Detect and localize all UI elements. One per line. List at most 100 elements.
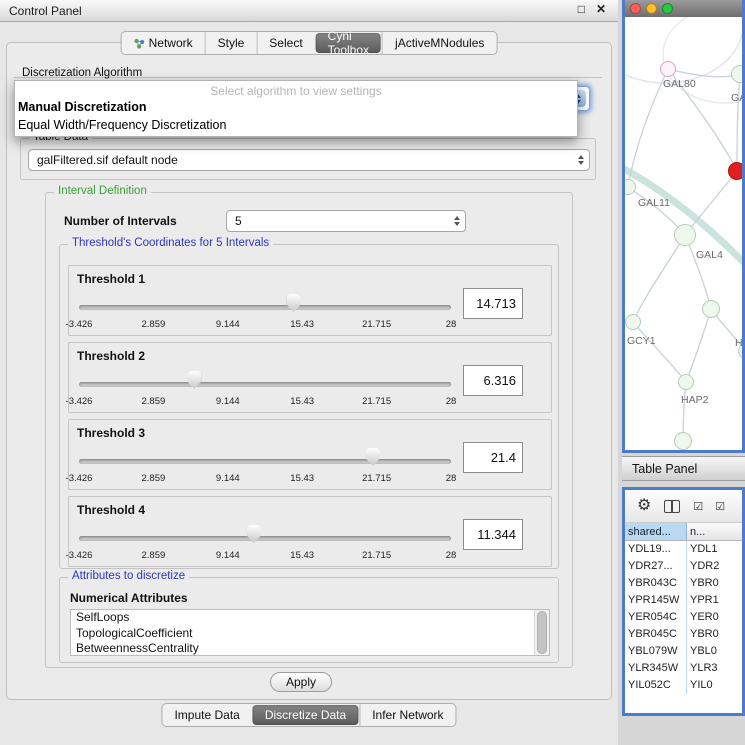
network-node-label: HAP2 xyxy=(681,394,708,406)
window-buttons: □ ✕ xyxy=(578,2,606,16)
table-panel-header[interactable]: Table Panel xyxy=(622,456,745,481)
table-panel-title: Table Panel xyxy=(632,462,697,476)
table-cell: YDR2 xyxy=(687,558,742,575)
threshold-3-slider[interactable] xyxy=(79,446,451,470)
slider-track[interactable] xyxy=(79,305,451,310)
slider-track[interactable] xyxy=(79,382,451,387)
threshold-1-label: Threshold 1 xyxy=(77,272,145,286)
slider-tick-label: 15.43 xyxy=(290,550,314,561)
table-header-row: shared... n... xyxy=(625,523,742,541)
thresholds-group-title: Threshold's Coordinates for 5 Intervals xyxy=(68,237,273,249)
tab-cyni-toolbox[interactable]: Cyni Toolbox xyxy=(316,33,381,53)
table-row[interactable]: YBR045CYBR0 xyxy=(625,626,742,643)
number-of-intervals-value: 5 xyxy=(235,214,242,228)
slider-tick-label: 9.144 xyxy=(216,473,240,484)
tab-impute-data[interactable]: Impute Data xyxy=(162,704,251,726)
network-node[interactable] xyxy=(702,300,720,318)
tab-discretize-data[interactable]: Discretize Data xyxy=(253,705,358,725)
network-node[interactable] xyxy=(674,432,692,450)
columns-icon[interactable] xyxy=(664,500,680,513)
close-traffic-light-icon[interactable] xyxy=(630,3,641,14)
interval-definition-group: Interval Definition Number of Intervals … xyxy=(45,192,573,668)
threshold-4-slider[interactable] xyxy=(79,523,451,547)
combobox-stepper-icon[interactable] xyxy=(454,216,460,226)
dropdown-option-equal-width-frequency-discretization[interactable]: Equal Width/Frequency Discretization xyxy=(15,117,577,135)
tab-label: Infer Network xyxy=(372,708,443,722)
select-all-checkbox-icon[interactable]: ☑ xyxy=(693,500,702,513)
table-row[interactable]: YER054CYER0 xyxy=(625,609,742,626)
network-canvas[interactable]: GAL80GAGAL11GAL4GCY1HHAP2 xyxy=(625,17,742,450)
apply-button[interactable]: Apply xyxy=(270,672,332,692)
tab-infer-network[interactable]: Infer Network xyxy=(359,704,455,726)
table-data-combobox[interactable]: galFiltered.sif default node xyxy=(28,149,590,171)
table-row[interactable]: YIL052CYIL0 xyxy=(625,677,742,694)
zoom-traffic-light-icon[interactable] xyxy=(662,3,673,14)
threshold-1-value-field[interactable]: 14.713 xyxy=(463,288,523,319)
slider-track[interactable] xyxy=(79,459,451,464)
table-row[interactable]: YBR043CYBR0 xyxy=(625,575,742,592)
threshold-4-value-field[interactable]: 11.344 xyxy=(463,519,523,550)
table-cell: YER054C xyxy=(625,609,687,626)
scrollbar-thumb[interactable] xyxy=(537,611,547,654)
screen: Control Panel □ ✕ Network Style Select Cyni… xyxy=(0,0,745,745)
dropdown-option-manual-discretization[interactable]: Manual Discretization xyxy=(15,99,577,117)
threshold-2-slider[interactable] xyxy=(79,369,451,393)
numerical-attributes-label: Numerical Attributes xyxy=(70,591,188,605)
table-panel-toolbar: ⚙ ☑ ☑ xyxy=(625,490,742,523)
network-node-gal4[interactable] xyxy=(674,224,696,246)
threshold-1-panel: Threshold 1 -3.4262.8599.14415.4321.7152… xyxy=(68,265,552,336)
network-node-hap2[interactable] xyxy=(678,374,694,390)
number-of-intervals-combobox[interactable]: 5 xyxy=(226,210,466,232)
gear-icon[interactable]: ⚙ xyxy=(637,498,651,514)
threshold-2-value-field[interactable]: 6.316 xyxy=(463,365,523,396)
network-window-titlebar[interactable] xyxy=(625,0,742,17)
table-row[interactable]: YDL19...YDL1 xyxy=(625,541,742,558)
table-cell: YBR043C xyxy=(625,575,687,592)
slider-tick-label: 28 xyxy=(446,550,457,561)
attributes-group-title: Attributes to discretize xyxy=(68,570,189,582)
tab-jactivemnodules[interactable]: jActiveMNodules xyxy=(382,32,496,54)
table-panel-window: ⚙ ☑ ☑ shared... n... YDL19...YDL1YDR27..… xyxy=(622,487,745,716)
slider-track[interactable] xyxy=(79,536,451,541)
slider-tick-label: 21.715 xyxy=(362,550,391,561)
network-node-ga[interactable] xyxy=(731,65,742,83)
float-window-icon[interactable]: □ xyxy=(578,2,585,16)
minimize-traffic-light-icon[interactable] xyxy=(646,3,657,14)
slider-tick-label: 15.43 xyxy=(290,396,314,407)
table-row[interactable]: YLR345WYLR3 xyxy=(625,660,742,677)
numerical-attributes-list[interactable]: SelfLoopsTopologicalCoefficientBetweenne… xyxy=(70,609,550,656)
table-row[interactable]: YPR145WYPR1 xyxy=(625,592,742,609)
threshold-1-slider[interactable] xyxy=(79,292,451,316)
column-header-name[interactable]: n... xyxy=(687,523,742,540)
tab-style[interactable]: Style xyxy=(205,32,257,54)
table-row[interactable]: YDR27...YDR2 xyxy=(625,558,742,575)
attributes-scrollbar[interactable] xyxy=(534,610,549,655)
attribute-item-selfloops[interactable]: SelfLoops xyxy=(71,610,549,626)
slider-tick-label: 2.859 xyxy=(142,319,166,330)
tab-select[interactable]: Select xyxy=(256,32,314,54)
table-cell: YER0 xyxy=(687,609,742,626)
threshold-3-label: Threshold 3 xyxy=(77,426,145,440)
network-node-label: GAL11 xyxy=(638,197,670,209)
table-data-group: Table Data galFiltered.sif default node xyxy=(20,138,596,180)
select-none-checkbox-icon[interactable]: ☑ xyxy=(715,500,724,513)
threshold-3-value-field[interactable]: 21.4 xyxy=(463,442,523,473)
network-node-gcy1[interactable] xyxy=(625,314,641,330)
tab-label: Style xyxy=(218,36,245,50)
control-panel-titlebar[interactable]: Control Panel □ ✕ xyxy=(0,0,618,22)
slider-tick-label: 28 xyxy=(446,396,457,407)
combobox-stepper-icon[interactable] xyxy=(578,155,584,165)
attribute-item-topologicalcoefficient[interactable]: TopologicalCoefficient xyxy=(71,626,549,642)
slider-tick-label: 28 xyxy=(446,473,457,484)
network-node-gal80[interactable] xyxy=(660,61,676,77)
tab-label: Select xyxy=(269,36,302,50)
window-title: Control Panel xyxy=(9,4,82,18)
close-window-icon[interactable]: ✕ xyxy=(596,2,606,16)
column-header-shared-name[interactable]: shared... xyxy=(625,523,687,540)
table-data-combobox-value: galFiltered.sif default node xyxy=(37,153,178,167)
table-row[interactable]: YBL079WYBL0 xyxy=(625,643,742,660)
slider-tick-labels: -3.4262.8599.14415.4321.71528 xyxy=(79,319,451,331)
attribute-item-betweennesscentrality[interactable]: BetweennessCentrality xyxy=(71,641,549,656)
tab-network[interactable]: Network xyxy=(122,32,205,54)
network-node[interactable] xyxy=(728,162,742,180)
